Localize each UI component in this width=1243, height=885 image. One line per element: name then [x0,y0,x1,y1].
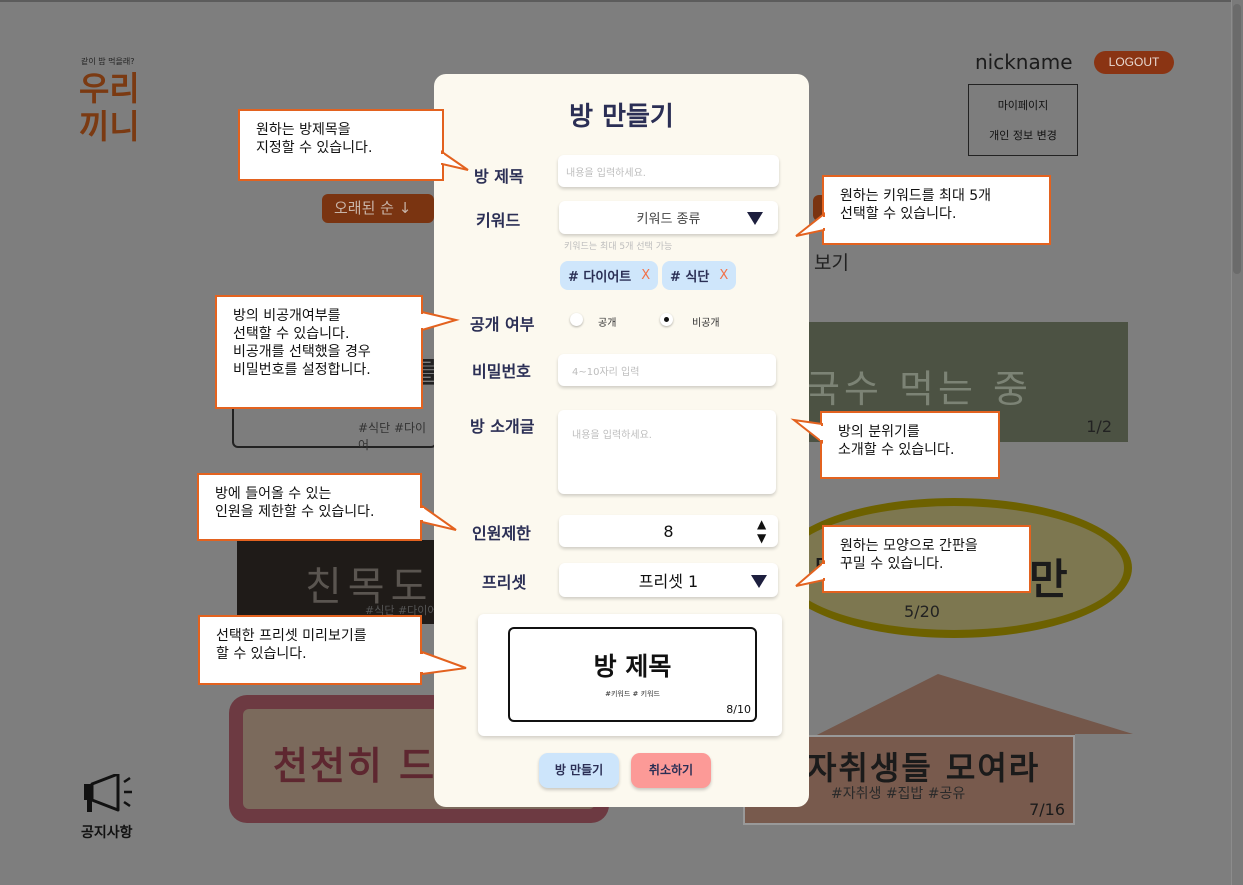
chip-remove-button[interactable]: X [641,268,650,283]
radio-public-label: 공개 [598,318,617,329]
logo-line2: 끼니 [79,107,140,146]
sort-button[interactable]: 오래된 순 ↓ [322,194,434,223]
callout-preset: 원하는 모양으로 간판을 꾸밀 수 있습니다. [822,525,1031,593]
preset-preview-card: 방 제목 #키워드 # 키워드 8/10 [508,627,757,722]
preset-preview-panel: 방 제목 #키워드 # 키워드 8/10 [478,614,782,736]
nickname-label: nickname [975,50,1073,74]
room-card-count: 5/20 [904,602,940,621]
callout-pointer [795,211,827,237]
callout-pointer [440,150,469,171]
room-card-keywords: #식단 #다이어 [358,421,427,452]
preset-label: 프리셋 [482,573,527,592]
password-input[interactable]: 4~10자리 입력 [558,354,776,386]
password-label: 비밀번호 [472,362,531,381]
sort-label: 오래된 순 [334,199,394,217]
radio-private-label: 비공개 [692,318,720,329]
callout-limit: 방에 들어올 수 있는 인원을 제한할 수 있습니다. [197,473,422,541]
callout-pointer [418,650,467,676]
keyword-hint: 키워드는 최대 5개 선택 가능 [564,242,673,252]
mypage-link[interactable]: 마이페이지 [998,97,1049,113]
intro-textarea[interactable]: 내용을 입력하세요. [558,410,776,494]
user-menu: 마이페이지 개인 정보 변경 [968,84,1078,156]
room-card[interactable]: 친목도 #식단 #다이어 [237,540,441,624]
logo-tagline: 같이 밥 먹을래? [81,57,135,66]
room-title-input[interactable]: 내용을 입력하세요. [558,155,779,187]
chip-remove-button[interactable]: X [719,268,728,283]
preview-title: 방 제목 [593,652,672,681]
room-card-title: 만 [1029,555,1068,604]
megaphone-icon[interactable] [82,774,138,818]
callout-preview: 선택한 프리셋 미리보기를 할 수 있습니다. [198,615,422,685]
preset-select[interactable]: 프리셋 1 [559,563,778,597]
callout-pointer [790,418,825,445]
keyword-label: 키워드 [476,211,521,230]
create-room-modal: 방 만들기 방 제목 내용을 입력하세요. 키워드 키워드 종류 키워드는 최대… [434,74,809,807]
limit-value: 8 [663,521,674,541]
preview-count: 8/10 [726,703,751,716]
create-room-button[interactable]: 방 만들기 [539,753,619,788]
preset-value: 프리셋 1 [638,572,699,591]
logo-line1: 우리 [79,69,140,108]
keyword-chip: # 다이어트 X [560,261,659,290]
room-card-keywords: #자취생 #집밥 #공유 [831,786,966,802]
visibility-label: 공개 여부 [470,315,535,334]
radio-private[interactable] [660,313,673,326]
callout-keywords: 원하는 키워드를 최대 5개 선택할 수 있습니다. [822,175,1051,245]
callout-intro: 방의 분위기를 소개할 수 있습니다. [820,411,1000,479]
scrollbar-thumb[interactable] [1233,4,1241,274]
keyword-select-value: 키워드 종류 [636,212,701,227]
room-title-label: 방 제목 [474,167,524,186]
callout-pointer [418,504,457,531]
room-card-title: 국수 먹는 중 [805,367,1032,411]
logout-button[interactable]: LOGOUT [1094,51,1174,74]
profile-edit-link[interactable]: 개인 정보 변경 [989,127,1057,143]
chip-label: # 다이어트 [568,270,632,285]
limit-stepper[interactable]: 8 ▲ ▼ [559,515,778,547]
logo[interactable]: 우리 끼니 [79,70,140,146]
notice-label[interactable]: 공지사항 [81,822,133,842]
room-card-title: 천천히 드 [273,744,437,788]
keyword-select[interactable]: 키워드 종류 [559,201,778,234]
callout-pointer [795,559,827,587]
callout-visibility: 방의 비공개여부를 선택할 수 있습니다. 비공개를 선택했을 경우 비밀번호를… [215,295,423,409]
stepper-arrows-icon[interactable]: ▲ ▼ [757,517,766,545]
callout-pointer [418,310,460,332]
preview-keywords: #키워드 # 키워드 [605,690,660,698]
keyword-chip: # 식단 X [662,261,737,290]
modal-title: 방 만들기 [569,102,674,132]
cancel-button[interactable]: 취소하기 [631,753,711,788]
view-toggle-label: 보기 [814,252,849,274]
chevron-down-icon [747,212,763,225]
chevron-down-icon [751,575,767,588]
room-card-count: 7/16 [1029,800,1065,819]
radio-public[interactable] [570,313,583,326]
arrow-down-icon: ↓ [398,199,412,217]
intro-label: 방 소개글 [470,417,535,436]
limit-label: 인원제한 [472,524,531,543]
chip-label: # 식단 [670,270,710,285]
top-border [0,0,1243,2]
room-card-count: 1/2 [1086,417,1112,436]
